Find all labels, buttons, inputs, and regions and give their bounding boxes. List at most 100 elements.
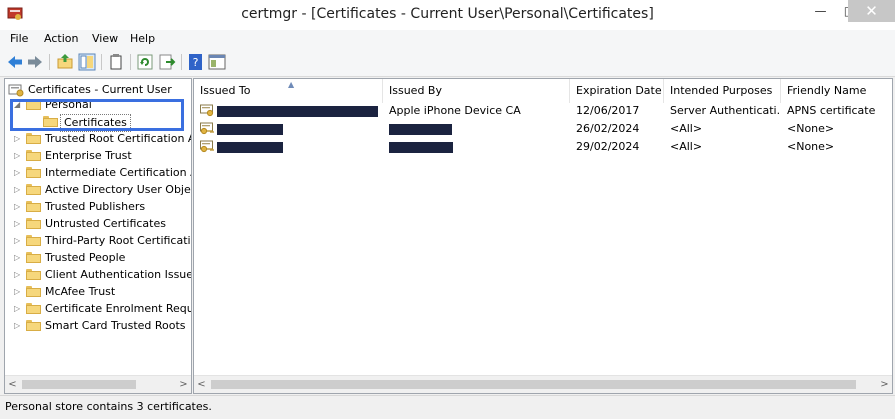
column-header-issued-by[interactable]: Issued By [383,79,570,103]
tree-item-label: McAfee Trust [45,285,116,298]
folder-icon [26,184,41,195]
purposes-cell: <All> [670,140,703,153]
toolbar-separator [49,54,50,70]
folder-icon [26,201,41,212]
expand-arrow-icon[interactable]: ▷ [14,201,23,212]
expand-arrow-icon[interactable]: ▷ [14,252,23,263]
help-icon[interactable]: ? [187,53,205,71]
purposes-cell: Server Authenticati... [670,104,781,117]
refresh-icon[interactable] [136,53,154,71]
certificate-key-icon [200,122,214,135]
scroll-right-icon[interactable]: > [176,376,191,393]
issued-by-cell: Apple iPhone Device CA [389,104,521,117]
expand-arrow-icon[interactable]: ▷ [14,235,23,246]
up-folder-icon[interactable] [56,53,74,71]
tree-horizontal-scrollbar[interactable]: < > [5,375,191,393]
folder-icon [26,167,41,178]
properties-icon[interactable] [208,53,226,71]
list-horizontal-scrollbar[interactable]: < > [194,375,892,393]
certificate-list[interactable]: Issued To ▲ Issued By Expiration Date In… [193,78,893,394]
folder-icon [26,235,41,246]
redacted-issued-to [217,124,283,135]
forward-arrow-icon[interactable] [26,53,44,71]
menu-help[interactable]: Help [130,32,155,45]
minimize-button[interactable]: — [806,0,835,22]
tree-item-label: Client Authentication Issuers [45,268,192,281]
expand-arrow-icon[interactable]: ▷ [14,133,23,144]
toolbar-separator [130,54,131,70]
tree-item-label: Trusted Root Certification Au [45,132,192,145]
expiration-cell: 29/02/2024 [576,140,640,153]
certificate-key-icon [200,140,214,153]
toolbar-separator [181,54,182,70]
status-bar: Personal store contains 3 certificates. [0,395,895,419]
sort-ascending-icon: ▲ [288,80,295,89]
close-button[interactable]: ✕ [848,0,895,22]
scroll-right-icon[interactable]: > [877,376,892,393]
column-header-intended-purposes[interactable]: Intended Purposes [664,79,781,103]
expand-arrow-icon[interactable]: ▷ [14,303,23,314]
scroll-left-icon[interactable]: < [194,376,209,393]
expand-arrow-icon[interactable]: ▷ [14,167,23,178]
title-bar: certmgr - [Certificates - Current User\P… [0,0,895,30]
column-header-issued-to[interactable]: Issued To ▲ [194,79,383,103]
expand-arrow-icon[interactable]: ▷ [14,218,23,229]
tree-item-label: Untrusted Certificates [45,217,166,230]
expand-arrow-icon[interactable]: ▷ [14,150,23,161]
friendly-name-cell: <None> [787,140,835,153]
tree-item-label: Intermediate Certification Au [45,166,192,179]
console-tree[interactable]: Certificates - Current User ◢ Personal C… [4,78,192,394]
folder-icon [26,320,41,331]
column-header-expiration-date[interactable]: Expiration Date [570,79,664,103]
expiration-cell: 26/02/2024 [576,122,640,135]
folder-icon [26,303,41,314]
scrollbar-thumb[interactable] [22,380,136,389]
menu-action[interactable]: Action [44,32,78,45]
svg-text:?: ? [193,56,199,69]
export-list-icon[interactable] [158,53,176,71]
highlight-annotation-box [10,99,184,131]
expiration-cell: 12/06/2017 [576,104,640,117]
scroll-left-icon[interactable]: < [5,376,20,393]
folder-icon [26,269,41,280]
expand-arrow-icon[interactable]: ▷ [14,184,23,195]
column-header-row: Issued To ▲ Issued By Expiration Date In… [194,79,892,103]
certificate-icon [200,104,214,117]
friendly-name-cell: APNS certificate [787,104,876,117]
menu-file[interactable]: File [10,32,28,45]
clipboard-icon[interactable] [107,53,125,71]
certificate-row[interactable]: 26/02/2024 <All> <None> [194,120,892,138]
tree-root-label: Certificates - Current User [28,83,172,96]
column-header-friendly-name[interactable]: Friendly Name [781,79,892,103]
tree-item-label: Active Directory User Object [45,183,192,196]
purposes-cell: <All> [670,122,703,135]
tree-item-label: Third-Party Root Certification [45,234,192,247]
tree-item-label: Certificate Enrolment Reques [45,302,192,315]
tree-item-label: Smart Card Trusted Roots [45,319,186,332]
menu-bar: File Action View Help [0,30,895,49]
back-arrow-icon[interactable] [6,53,24,71]
certificate-store-icon [8,84,24,97]
status-text: Personal store contains 3 certificates. [5,400,212,413]
menu-view[interactable]: View [92,32,118,45]
expand-arrow-icon[interactable]: ▷ [14,320,23,331]
redacted-issued-to [217,142,283,153]
certificate-row[interactable]: Apple iPhone Device CA 12/06/2017 Server… [194,102,892,120]
tree-item-label: Enterprise Trust [45,149,132,162]
tree-item-label: Trusted People [45,251,126,264]
folder-icon [26,150,41,161]
folder-icon [26,133,41,144]
redacted-issued-to [217,106,378,117]
show-hide-tree-icon[interactable] [78,53,96,71]
column-header-label: Issued To [200,84,251,97]
redacted-issued-by [389,124,452,135]
folder-icon [26,218,41,229]
toolbar-separator [101,54,102,70]
scrollbar-thumb[interactable] [211,380,856,389]
toolbar: ? [0,49,895,77]
expand-arrow-icon[interactable]: ▷ [14,269,23,280]
certificate-row[interactable]: 29/02/2024 <All> <None> [194,138,892,156]
expand-arrow-icon[interactable]: ▷ [14,286,23,297]
friendly-name-cell: <None> [787,122,835,135]
tree-item-label: Trusted Publishers [45,200,146,213]
